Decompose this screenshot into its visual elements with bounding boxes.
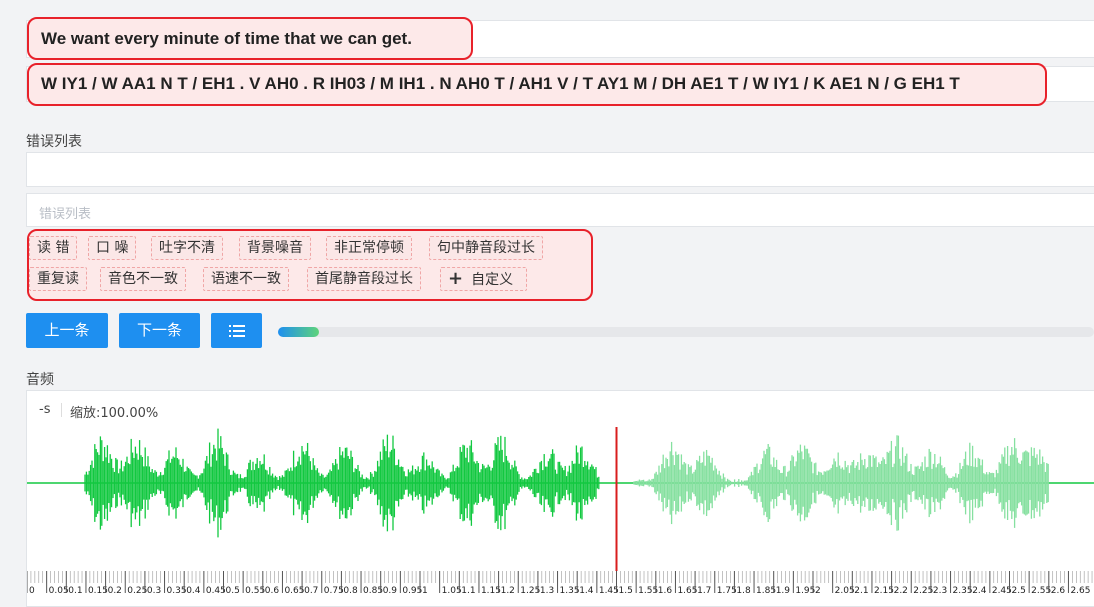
ruler-label: 2.25 (913, 586, 933, 596)
ruler-label: 1.2 (501, 586, 515, 596)
ruler-label: 1.25 (520, 586, 540, 596)
ruler-label: 1.05 (442, 586, 462, 596)
tag-unclear[interactable]: 吐字不清 (151, 236, 223, 260)
ruler-label: 1.85 (756, 586, 776, 596)
error-list-placeholder: 错误列表 (39, 207, 92, 222)
ruler-label: 1.6 (658, 586, 673, 596)
ruler-label: 0.4 (186, 586, 201, 596)
error-list-input[interactable]: 错误列表 (26, 193, 1094, 227)
ruler-label: 2.45 (992, 586, 1012, 596)
sentence-text: We want every minute of time that we can… (41, 29, 412, 48)
ruler-label: 0.8 (343, 586, 358, 596)
list-icon (228, 324, 245, 337)
waveform-samples (84, 428, 1049, 538)
progress-track (278, 327, 1094, 337)
ruler-label: 2.5 (1012, 586, 1026, 596)
plus-icon: + (448, 268, 464, 289)
ruler-label: 2.1 (854, 586, 868, 596)
ruler-label: 0.9 (383, 586, 398, 596)
phoneme-highlight: W IY1 / W AA1 N T / EH1 . V AH0 . R IH03… (27, 63, 1047, 106)
ruler-label: 1.8 (736, 586, 751, 596)
ruler-label: 2.4 (972, 586, 987, 596)
ruler-label: 2.2 (894, 586, 908, 596)
ruler-label: 0.95 (402, 586, 422, 596)
ruler-label: 1.75 (717, 586, 737, 596)
ruler-label: 1.3 (540, 586, 554, 596)
ruler-label: 0 (29, 586, 35, 596)
waveform-panel[interactable]: -s 缩放:100.00% 0 0.05 0.1 0.15 0.2 0.25 0.3 0.35… (26, 390, 1094, 607)
ruler-label: 1.15 (481, 586, 501, 596)
tag-long-silence-mid[interactable]: 句中静音段过长 (429, 236, 543, 260)
ruler-label: 1.7 (697, 586, 711, 596)
ruler-label: 1.35 (560, 586, 580, 596)
tag-abnormal-pause[interactable]: 非正常停顿 (326, 236, 412, 260)
ruler-label: 0.05 (49, 586, 69, 596)
sentence-highlight: We want every minute of time that we can… (27, 17, 473, 60)
phoneme-text: W IY1 / W AA1 N T / EH1 . V AH0 . R IH03… (41, 74, 960, 93)
progress-fill (278, 327, 319, 337)
ruler-label: 0.5 (226, 586, 240, 596)
ruler-label: 0.55 (245, 586, 265, 596)
zoom-label: 缩放:100.00% (70, 406, 159, 421)
tag-long-silence-ends[interactable]: 首尾静音段过长 (307, 267, 421, 291)
time-ruler: 0 0.05 0.1 0.15 0.2 0.25 0.3 0.35 0.4 0.45 0.5 0.55… (27, 571, 1093, 596)
ruler-label: 0.6 (265, 586, 280, 596)
ruler-label: 0.45 (206, 586, 226, 596)
ruler-label: 0.85 (363, 586, 383, 596)
ruler-label: 2 (815, 586, 821, 596)
ruler-label: 0.1 (68, 586, 82, 596)
tag-read-error[interactable]: 读 错 (29, 236, 78, 260)
ruler-label: 0.15 (88, 586, 108, 596)
tag-mouth-noise[interactable]: 口 噪 (88, 236, 137, 260)
error-list-label: 错误列表 (26, 134, 82, 150)
ruler-label: 1.4 (579, 586, 594, 596)
ruler-label: 2.15 (874, 586, 894, 596)
error-list-display[interactable] (26, 152, 1094, 187)
audio-label: 音频 (26, 372, 54, 388)
next-button[interactable]: 下一条 (119, 313, 200, 348)
ruler-label: 0.75 (324, 586, 344, 596)
ruler-label: 2.05 (835, 586, 855, 596)
ruler-label: 1 (422, 586, 428, 596)
ruler-label: 1.55 (638, 586, 658, 596)
ruler-label: 1.45 (599, 586, 619, 596)
ruler-label: 1.1 (461, 586, 475, 596)
ruler-label: 2.3 (933, 586, 947, 596)
prev-button[interactable]: 上一条 (26, 313, 108, 348)
ruler-label: 0.3 (147, 586, 161, 596)
ruler-label: 1.5 (619, 586, 633, 596)
waveform[interactable]: 0 0.05 0.1 0.15 0.2 0.25 0.3 0.35 0.4 0.45 0.5 0.55… (27, 421, 1094, 606)
ruler-label: 0.65 (284, 586, 304, 596)
ruler-label: 2.65 (1070, 586, 1090, 596)
toolbar-divider (61, 403, 62, 417)
ruler-label: 2.55 (1031, 586, 1051, 596)
tag-timbre-mismatch[interactable]: 音色不一致 (100, 267, 186, 291)
ruler-label: 1.65 (677, 586, 697, 596)
ruler-label: 0.7 (304, 586, 318, 596)
custom-tag-button[interactable]: + 自定义 (440, 267, 527, 291)
ruler-label: 1.9 (776, 586, 791, 596)
ruler-label: 1.95 (795, 586, 815, 596)
ruler-label: 2.35 (953, 586, 973, 596)
speed-label[interactable]: -s (39, 402, 50, 417)
tag-speed-mismatch[interactable]: 语速不一致 (203, 267, 289, 291)
ruler-label: 2.6 (1051, 586, 1066, 596)
custom-tag-label: 自定义 (471, 272, 514, 288)
list-button[interactable] (211, 313, 262, 348)
ruler-label: 0.25 (127, 586, 147, 596)
tag-background-noise[interactable]: 背景噪音 (239, 236, 311, 260)
tag-repeat-read[interactable]: 重复读 (29, 267, 87, 291)
ruler-label: 0.2 (108, 586, 122, 596)
ruler-label: 0.35 (167, 586, 187, 596)
